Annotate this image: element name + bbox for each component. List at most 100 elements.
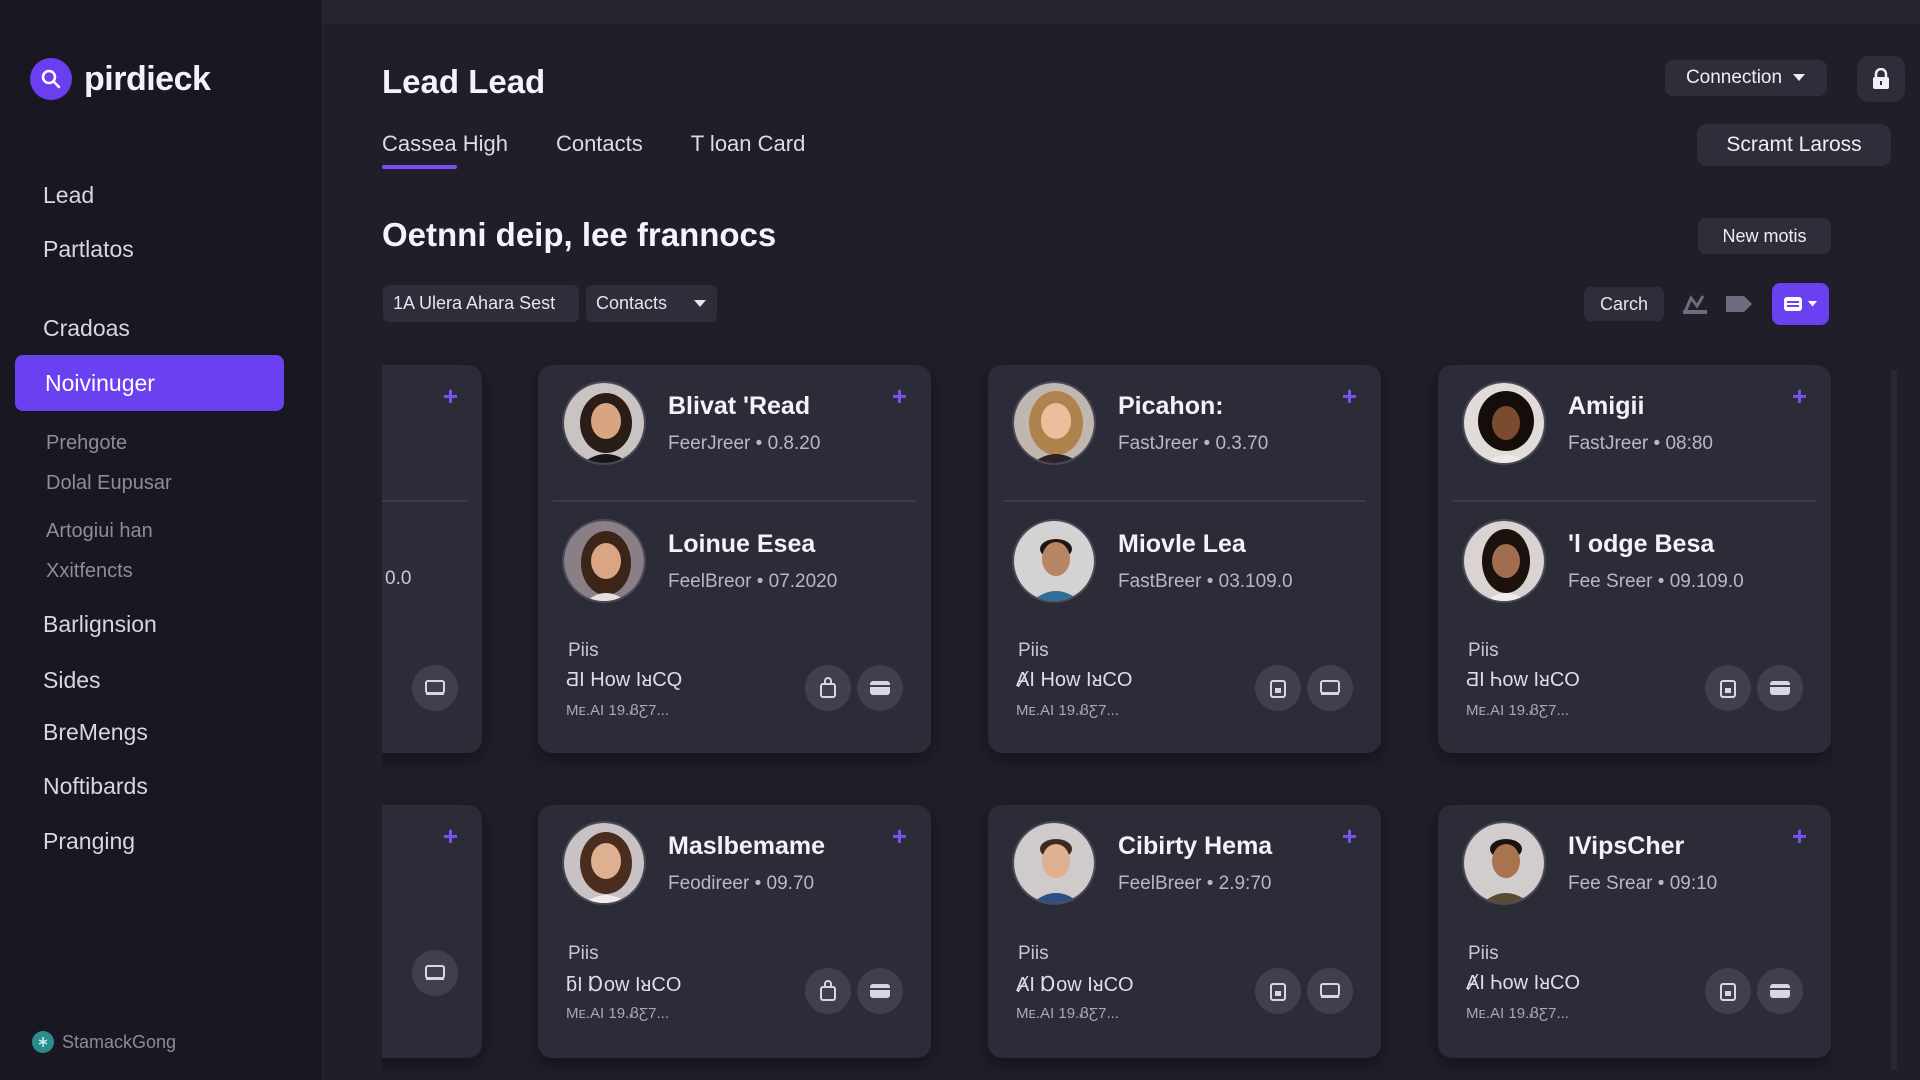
- sidebar: pirdieck Lead Partlatos Cradoas Noivinug…: [0, 0, 323, 1080]
- workspace-name: StamackGong: [62, 1031, 177, 1052]
- sidebar-subitem-prehgote[interactable]: Prehgote: [46, 432, 127, 455]
- lead-card[interactable]: + Cibirty Hema FeelBreer • 2.9:70 Piis ȺI…: [988, 805, 1381, 1058]
- plus-icon[interactable]: +: [1342, 381, 1357, 412]
- contact-name: Cibirty Hema: [1118, 831, 1273, 860]
- partial-card-bottom[interactable]: +: [382, 805, 482, 1058]
- card-grid: + 0.0 + + Blivat 'Read FeerJreer • 0.8.20…: [382, 0, 1832, 1080]
- workspace-icon: [32, 1031, 54, 1053]
- plus-icon[interactable]: +: [1342, 821, 1357, 852]
- contact-name: Blivat 'Read: [668, 391, 811, 420]
- lead-card[interactable]: + Amigii FastJreer • 08:80 'l odge Besa Fe…: [1438, 365, 1831, 753]
- contact-row[interactable]: Maslbemame Feodireer • 09.70: [562, 821, 825, 905]
- card-button[interactable]: [1757, 968, 1803, 1014]
- card-icon: [1770, 984, 1790, 998]
- footer-detail: Mᴇ.AI 19.ᏰƸ7...: [1016, 1005, 1120, 1022]
- contact-meta: Fee Sreer • 09.109.0: [1568, 570, 1744, 592]
- avatar: [1012, 381, 1096, 465]
- partial-card-top[interactable]: + 0.0: [382, 365, 482, 753]
- footer-subtitle: ƋI Ꮒow IᴚCO: [1466, 669, 1580, 691]
- sidebar-item-sides[interactable]: Sides: [43, 667, 101, 694]
- bag-button[interactable]: [805, 968, 851, 1014]
- sidebar-item-partlatos[interactable]: Partlatos: [43, 236, 134, 263]
- lead-card[interactable]: + Maslbemame Feodireer • 09.70 Piis ƃI Ɒo…: [538, 805, 931, 1058]
- contact-row[interactable]: Loinue Esea FeelBreor • 07.2020: [562, 519, 837, 603]
- contact-meta: Fee Srear • 09:10: [1568, 872, 1718, 894]
- contact-name: Miovle Lea: [1118, 529, 1246, 558]
- bag-icon: [1720, 983, 1736, 1001]
- sidebar-item-noftibards[interactable]: Noftibards: [43, 773, 148, 800]
- contact-row[interactable]: Amigii FastJreer • 08:80: [1462, 381, 1713, 465]
- sidebar-item-cradoas[interactable]: Cradoas: [43, 315, 130, 342]
- sidebar-item-bremengs[interactable]: BreMengs: [43, 719, 148, 746]
- footer-subtitle: ƋI How IᴚCQ: [566, 669, 683, 691]
- contact-row[interactable]: IVipsCher Fee Srear • 09:10: [1462, 821, 1717, 905]
- contact-meta: FeerJreer • 0.8.20: [668, 432, 821, 454]
- footer-label: Piis: [1468, 943, 1499, 964]
- footer-subtitle: ȺI Ɒow IᴚCO: [1016, 974, 1134, 996]
- bag-button[interactable]: [1705, 968, 1751, 1014]
- sidebar-subitem-dolal[interactable]: Dolal Eupusar: [46, 472, 172, 495]
- contact-row[interactable]: 'l odge Besa Fee Sreer • 09.109.0: [1462, 519, 1744, 603]
- avatar: [562, 519, 646, 603]
- sidebar-item-lead[interactable]: Lead: [43, 182, 94, 209]
- contact-meta: FastJreer • 08:80: [1568, 432, 1713, 454]
- divider: [1453, 500, 1816, 502]
- brand[interactable]: pirdieck: [30, 58, 211, 100]
- contact-meta: FastBreer • 03.109.0: [1118, 570, 1293, 592]
- scrollbar[interactable]: [1891, 370, 1897, 1070]
- bag-button[interactable]: [1255, 968, 1301, 1014]
- bag-icon: [820, 677, 836, 698]
- bag-button[interactable]: [1705, 665, 1751, 711]
- bag-button[interactable]: [1255, 665, 1301, 711]
- footer-detail: Mᴇ.AI 19.ᏰƸ7...: [1466, 702, 1570, 719]
- lead-card[interactable]: + IVipsCher Fee Srear • 09:10 Piis ȺI Ꮒow…: [1438, 805, 1831, 1058]
- contact-row[interactable]: Miovle Lea FastBreer • 03.109.0: [1012, 519, 1293, 603]
- avatar: [562, 821, 646, 905]
- plus-icon[interactable]: +: [1792, 381, 1807, 412]
- bag-button[interactable]: [805, 665, 851, 711]
- contact-row[interactable]: Cibirty Hema FeelBreer • 2.9:70: [1012, 821, 1272, 905]
- card-button[interactable]: [1757, 665, 1803, 711]
- bag-icon: [1270, 983, 1286, 1001]
- contact-meta: Feodireer • 09.70: [668, 872, 815, 894]
- card-button[interactable]: [1307, 665, 1353, 711]
- footer-label: Piis: [568, 640, 599, 661]
- contact-row[interactable]: Picahon: FastJreer • 0.3.70: [1012, 381, 1268, 465]
- sidebar-item-barlignsion[interactable]: Barlignsion: [43, 611, 157, 638]
- contact-name: 'l odge Besa: [1568, 529, 1715, 558]
- footer-detail: Mᴇ.AI 19.ᏰƸ7...: [1016, 702, 1120, 719]
- plus-icon[interactable]: +: [892, 381, 907, 412]
- avatar: [1462, 821, 1546, 905]
- sidebar-item-pranging[interactable]: Pranging: [43, 828, 135, 855]
- card-icon[interactable]: [412, 950, 458, 996]
- plus-icon[interactable]: +: [443, 821, 458, 852]
- contact-name: Maslbemame: [668, 831, 826, 860]
- sidebar-item-noivinuger[interactable]: Noivinuger: [15, 355, 284, 411]
- footer-subtitle: ȺI Ꮒow IᴚCO: [1466, 972, 1581, 994]
- plus-icon[interactable]: +: [443, 381, 458, 412]
- lead-card[interactable]: + Picahon: FastJreer • 0.3.70 Miovle Lea F…: [988, 365, 1381, 753]
- contact-row[interactable]: Blivat 'Read FeerJreer • 0.8.20: [562, 381, 820, 465]
- avatar: [1012, 519, 1096, 603]
- footer-detail: Mᴇ.AI 19.ᏰƸ7...: [566, 702, 670, 719]
- avatar: [1462, 519, 1546, 603]
- avatar: [1012, 821, 1096, 905]
- lock-button[interactable]: [1857, 56, 1905, 102]
- workspace-footer[interactable]: StamackGong: [32, 1031, 176, 1053]
- card-icon[interactable]: [412, 665, 458, 711]
- lock-icon: [1873, 68, 1889, 89]
- sidebar-subitem-xxitfencts[interactable]: Xxitfencts: [46, 560, 133, 583]
- plus-icon[interactable]: +: [1792, 821, 1807, 852]
- card-button[interactable]: [1307, 968, 1353, 1014]
- contact-meta: FeelBreor • 07.2020: [668, 570, 838, 592]
- plus-icon[interactable]: +: [892, 821, 907, 852]
- card-button[interactable]: [857, 968, 903, 1014]
- avatar: [562, 381, 646, 465]
- sidebar-subitem-artogiui[interactable]: Artogiui han: [46, 520, 153, 543]
- avatar: [1462, 381, 1546, 465]
- footer-label: Piis: [1018, 640, 1049, 661]
- lead-card[interactable]: + Blivat 'Read FeerJreer • 0.8.20 Loinue …: [538, 365, 931, 753]
- card-button[interactable]: [857, 665, 903, 711]
- card-icon: [1320, 983, 1340, 998]
- search-icon: [30, 58, 72, 100]
